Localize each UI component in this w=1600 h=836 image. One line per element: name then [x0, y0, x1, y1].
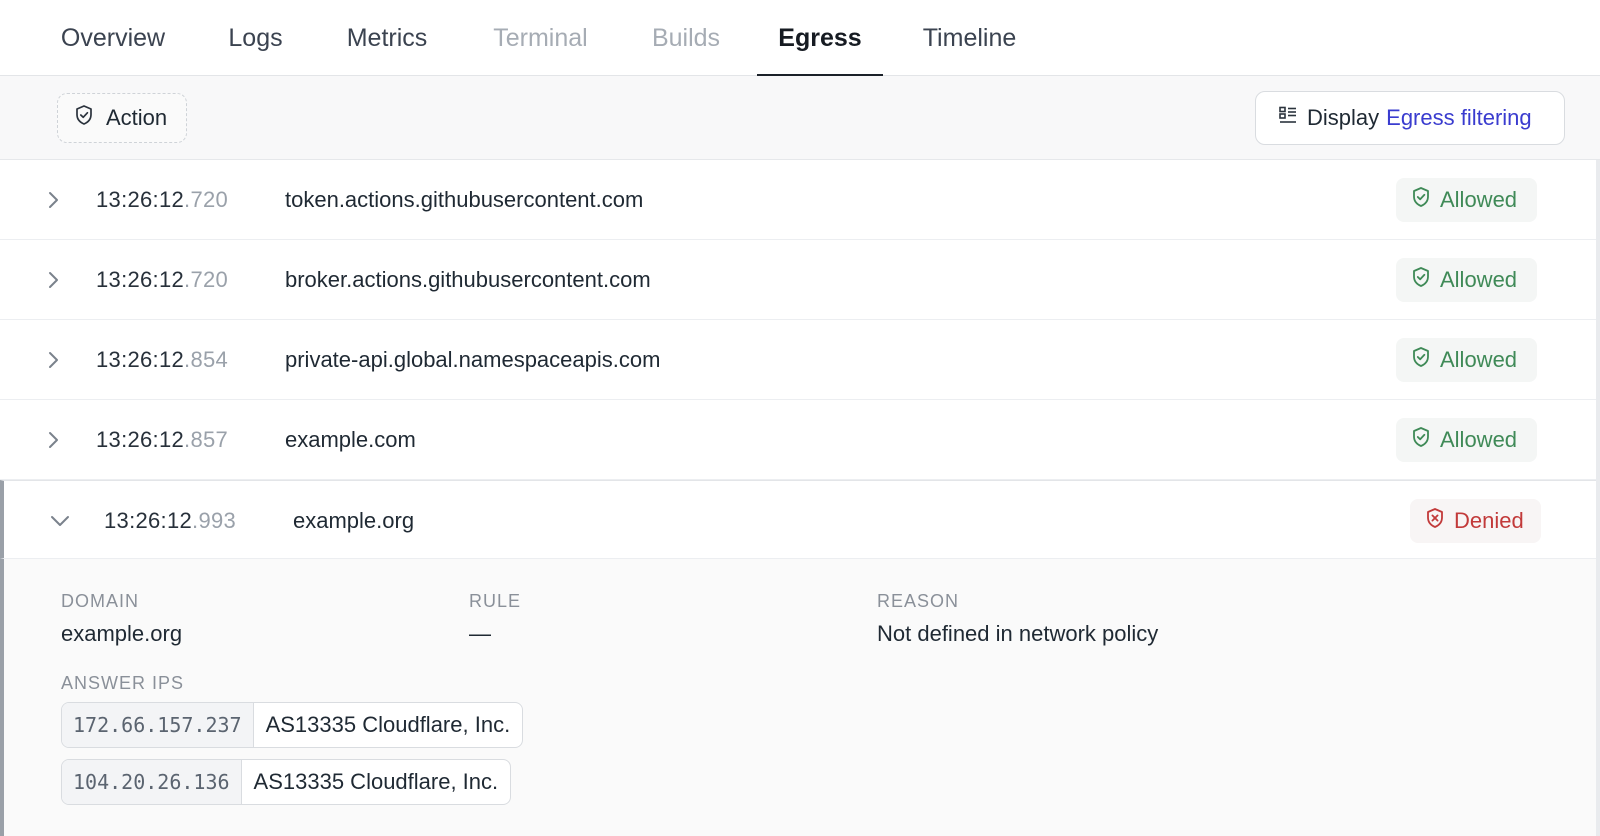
answer-ip-address: 172.66.157.237 [62, 703, 254, 747]
status-label: Allowed [1440, 347, 1518, 372]
answer-ips-label: ANSWER IPS [61, 673, 185, 693]
rule-field-value: — [469, 621, 491, 646]
rule-field-label: RULE [469, 591, 522, 611]
status-badge: Denied [1410, 499, 1541, 543]
row-domain: example.org [293, 508, 415, 533]
shield-check-icon [1411, 346, 1440, 374]
status-badge: Allowed [1396, 418, 1537, 462]
tab-egress[interactable]: Egress [757, 0, 883, 77]
row-timestamp: 13:26:12.857 [96, 427, 229, 452]
reason-field-label: REASON [877, 591, 960, 611]
tab-terminal: Terminal [493, 23, 588, 52]
shield-x-icon [1425, 507, 1454, 535]
row-domain: broker.actions.githubusercontent.com [285, 267, 651, 292]
display-options-button[interactable]: Display Egress filtering [1255, 91, 1565, 145]
answer-ip-address: 104.20.26.136 [62, 760, 242, 804]
chevron-right-icon[interactable] [40, 346, 68, 374]
answer-ip-chip: 104.20.26.136 AS13335 Cloudflare, Inc. [61, 759, 512, 805]
egress-row[interactable]: 13:26:12.857 example.com Allowed [0, 400, 1596, 480]
scrollbar-track[interactable] [1596, 160, 1600, 836]
tab-builds: Builds [651, 23, 721, 52]
egress-detail-panel: DOMAIN example.org RULE — REASON Not def… [0, 558, 1596, 836]
row-timestamp: 13:26:12.720 [96, 267, 229, 292]
row-domain: private-api.global.namespaceapis.com [285, 347, 661, 372]
shield-check-icon [1411, 186, 1440, 214]
shield-check-icon [1411, 266, 1440, 294]
status-badge: Allowed [1396, 258, 1537, 302]
status-badge: Allowed [1396, 338, 1537, 382]
tab-metrics[interactable]: Metrics [342, 0, 432, 76]
row-domain: example.com [285, 427, 416, 452]
answer-ip-asn: AS13335 Cloudflare, Inc. [265, 712, 511, 737]
reason-field-value: Not defined in network policy [877, 621, 1159, 646]
row-timestamp: 13:26:12.993 [104, 508, 237, 533]
action-filter-label: Action [106, 105, 168, 130]
chevron-down-icon[interactable] [46, 507, 74, 535]
tab-overview[interactable]: Overview [57, 0, 169, 76]
action-filter-button[interactable]: Action [57, 93, 187, 143]
chevron-right-icon[interactable] [40, 266, 68, 294]
shield-check-icon [1411, 426, 1440, 454]
status-label: Allowed [1440, 267, 1518, 292]
status-label: Denied [1454, 508, 1524, 533]
row-timestamp: 13:26:12.720 [96, 187, 229, 212]
domain-field-label: DOMAIN [61, 591, 139, 611]
egress-row[interactable]: 13:26:12.720 token.actions.githubusercon… [0, 160, 1596, 240]
status-label: Allowed [1440, 187, 1518, 212]
shield-icon [74, 104, 106, 132]
display-label: Display [1307, 105, 1380, 130]
row-domain: token.actions.githubusercontent.com [285, 187, 644, 212]
answer-ip-asn: AS13335 Cloudflare, Inc. [253, 769, 499, 794]
list-view-icon [1278, 105, 1307, 131]
tab-logs[interactable]: Logs [226, 0, 285, 76]
chevron-right-icon[interactable] [40, 186, 68, 214]
tab-timeline[interactable]: Timeline [918, 0, 1021, 76]
domain-field-value: example.org [61, 621, 183, 646]
egress-row[interactable]: 13:26:12.720 broker.actions.githubuserco… [0, 240, 1596, 320]
answer-ip-chip: 172.66.157.237 AS13335 Cloudflare, Inc. [61, 702, 524, 748]
status-badge: Allowed [1396, 178, 1537, 222]
egress-row[interactable]: 13:26:12.854 private-api.global.namespac… [0, 320, 1596, 400]
status-label: Allowed [1440, 427, 1518, 452]
egress-toolbar: Action Display Egress filtering [0, 76, 1600, 160]
tab-bar: Overview Logs Metrics Terminal Builds Eg… [0, 0, 1600, 77]
display-value: Egress filtering [1386, 105, 1532, 130]
egress-row-expanded[interactable]: 13:26:12.993 example.org Denied [0, 480, 1596, 560]
row-timestamp: 13:26:12.854 [96, 347, 229, 372]
chevron-right-icon[interactable] [40, 426, 68, 454]
